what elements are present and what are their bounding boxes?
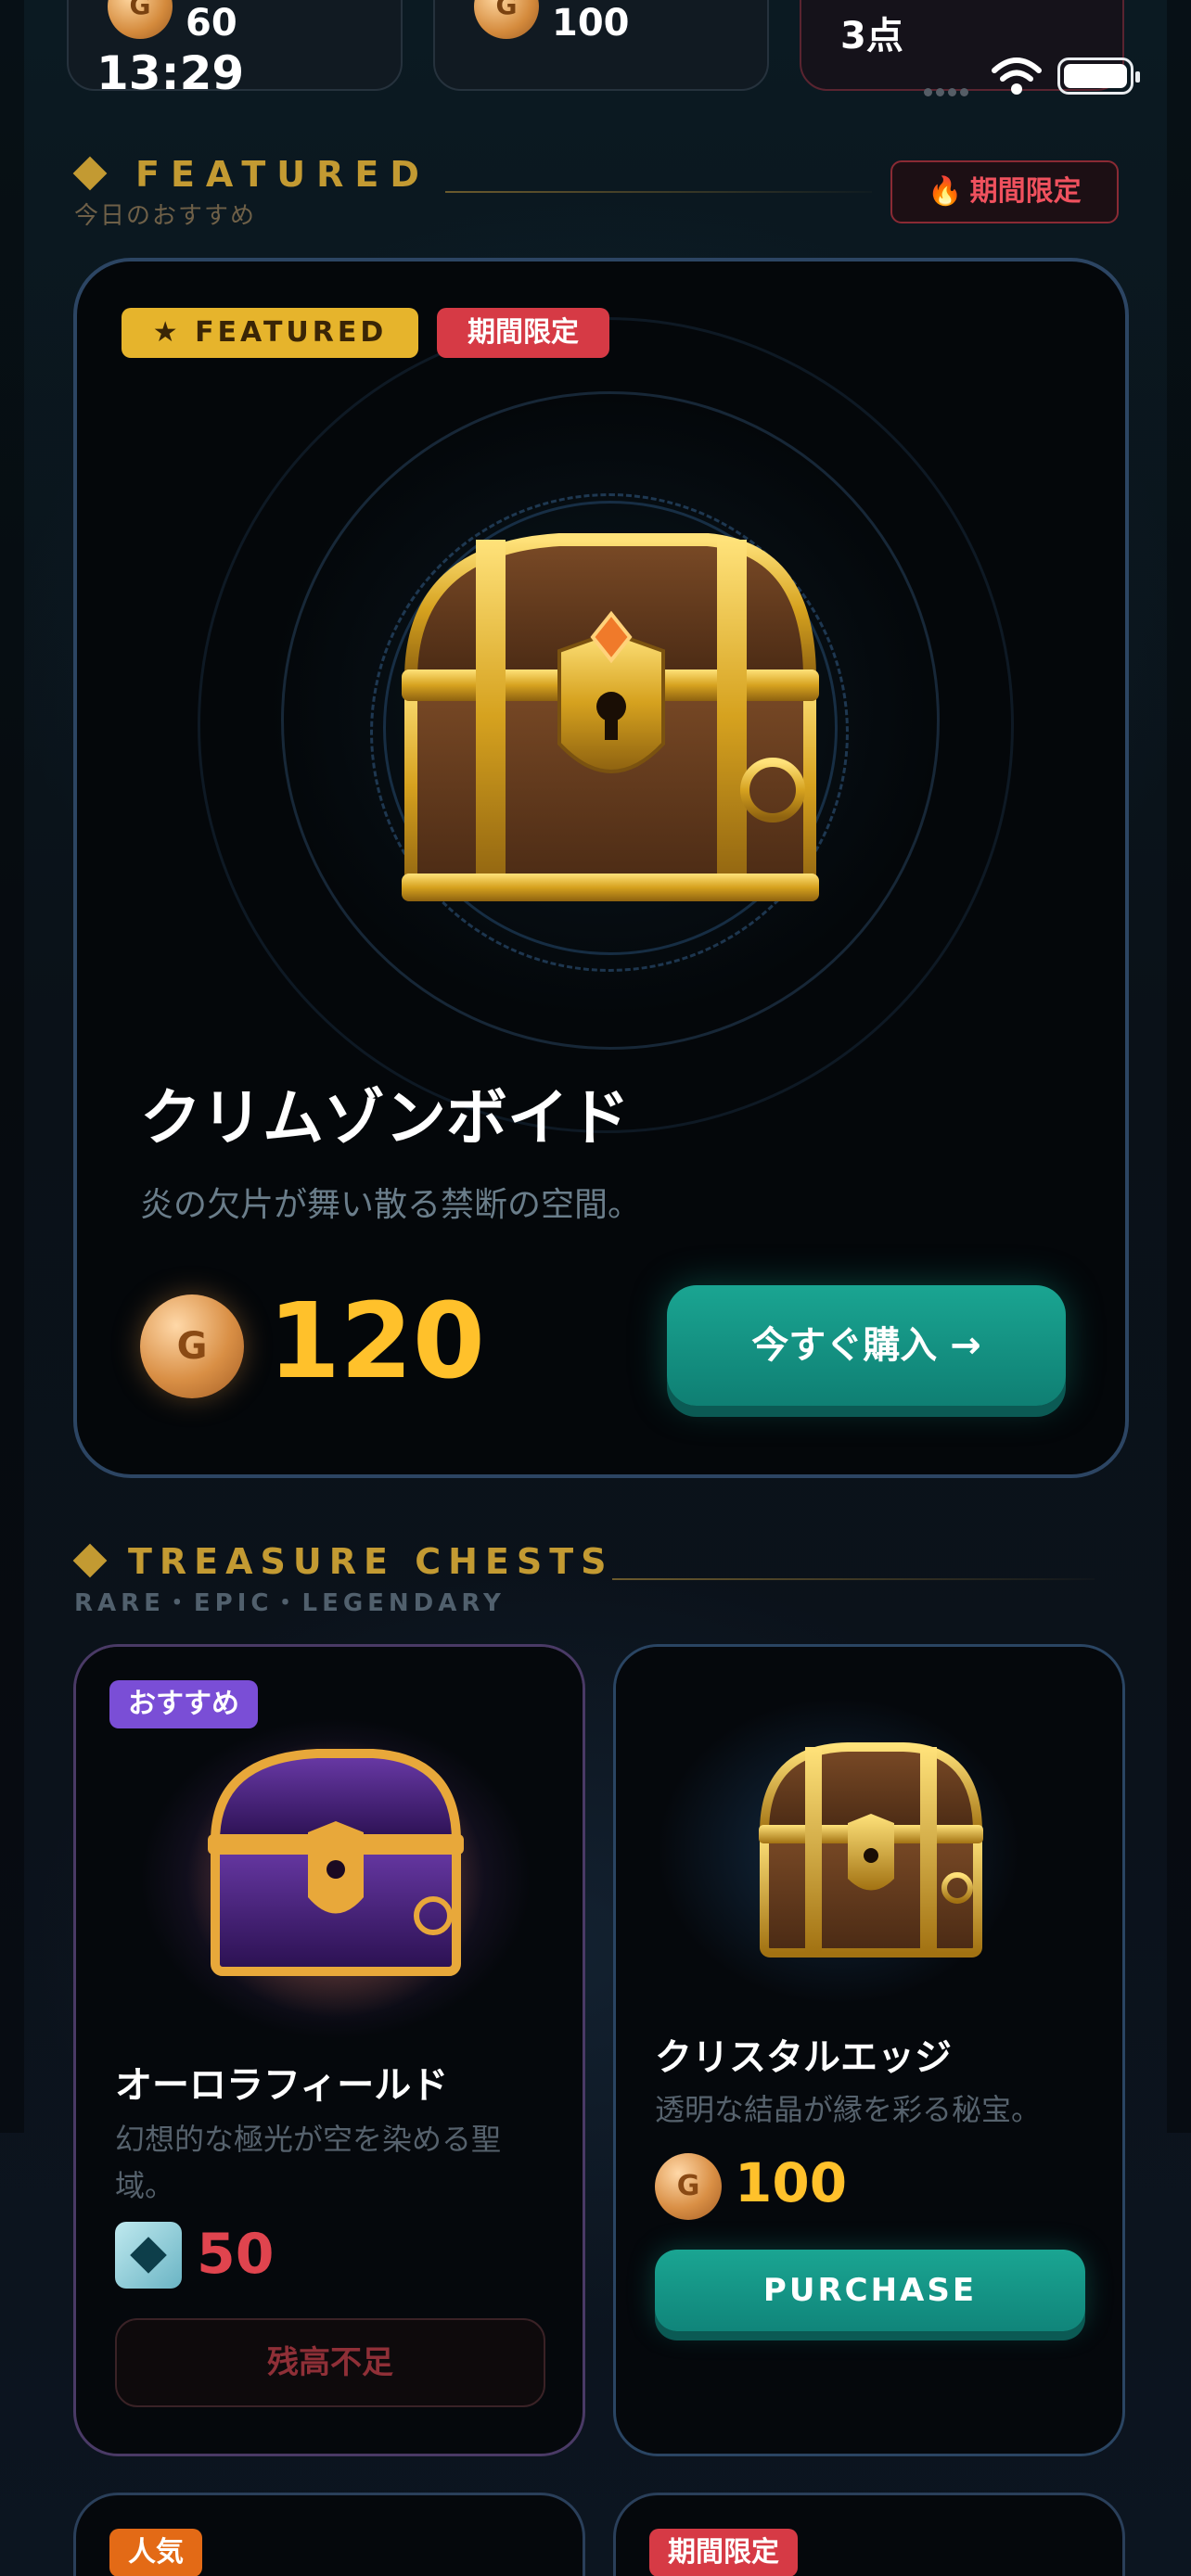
- status-time: 13:29: [96, 46, 245, 100]
- wallet-card-gold-100[interactable]: G 100: [433, 0, 769, 91]
- star-icon: ★: [152, 316, 196, 349]
- chest-card-popular[interactable]: 人気: [73, 2493, 585, 2576]
- crystal-chest-image: [759, 1742, 983, 1958]
- insufficient-balance-button[interactable]: 残高不足: [115, 2318, 545, 2407]
- flame-icon: 🔥: [928, 175, 963, 208]
- recommended-tag: おすすめ: [109, 1680, 258, 1728]
- section-title-chests: TREASURE CHESTS: [128, 1541, 614, 1582]
- chest-card-crystal-edge[interactable]: クリスタルエッジ 透明な結晶が縁を彩る秘宝。 G 100 PURCHASE: [613, 1644, 1125, 2456]
- treasure-chest-image: [402, 533, 819, 901]
- chest-price: 100: [735, 2151, 848, 2214]
- limited-time-pill[interactable]: 🔥 期間限定: [890, 160, 1119, 223]
- shop-page: G 60 G 100 3点 13:29 FEATURED 今日のおすすめ 🔥 期間…: [0, 0, 1191, 2576]
- gem-icon: [115, 2222, 182, 2289]
- coin-icon: G: [108, 0, 173, 39]
- wifi-icon: [992, 57, 1042, 95]
- chest-description: 透明な結晶が縁を彩る秘宝。: [655, 2092, 1042, 2127]
- featured-card[interactable]: ★ FEATURED 期間限定 クリムゾンボイド 炎の欠片が舞い散る禁断の空間。…: [73, 258, 1129, 1478]
- limited-badge: 期間限定: [437, 308, 609, 358]
- section-divider: [612, 1578, 1095, 1580]
- limited-tag: 期間限定: [649, 2529, 798, 2576]
- diamond-icon: [72, 1543, 108, 1578]
- gold-coin-icon: G: [140, 1294, 244, 1398]
- chest-name: クリスタルエッジ: [655, 2036, 952, 2079]
- featured-badge: ★ FEATURED: [122, 308, 418, 358]
- featured-item-name: クリムゾンボイド: [140, 1082, 630, 1154]
- chest-price: 50: [197, 2222, 275, 2287]
- points-value: 3点: [840, 15, 903, 57]
- aurora-chest-image: [187, 1740, 484, 2018]
- gold-coin-icon: G: [655, 2153, 722, 2220]
- wallet-value: 60: [186, 2, 237, 45]
- diamond-icon: [72, 156, 108, 191]
- section-subtitle-featured: 今日のおすすめ: [74, 202, 257, 230]
- right-edge-shade: [1167, 0, 1191, 2133]
- featured-price: 120: [268, 1282, 485, 1402]
- left-edge-shade: [0, 0, 24, 2133]
- purchase-button[interactable]: PURCHASE: [655, 2250, 1085, 2331]
- battery-icon: [1057, 57, 1140, 95]
- buy-now-button[interactable]: 今すぐ購入 →: [667, 1285, 1066, 1406]
- featured-item-description: 炎の欠片が舞い散る禁断の空間。: [140, 1186, 642, 1224]
- popular-tag: 人気: [109, 2529, 202, 2576]
- chest-name: オーロラフィールド: [115, 2064, 449, 2107]
- signal-dots-icon: [924, 83, 976, 96]
- section-subtitle-chests: RARE・EPIC・LEGENDARY: [74, 1589, 506, 1617]
- coin-icon: G: [474, 0, 539, 39]
- chest-description: 幻想的な極光が空を染める聖域。: [115, 2122, 502, 2203]
- chest-card-limited[interactable]: 期間限定: [613, 2493, 1125, 2576]
- section-title-featured: FEATURED: [135, 154, 430, 195]
- wallet-value: 100: [552, 2, 630, 45]
- limited-pill-label: 期間限定: [969, 175, 1082, 208]
- featured-badge-label: FEATURED: [195, 316, 388, 349]
- section-divider: [445, 191, 872, 193]
- chest-card-aurora-field[interactable]: おすすめ オーロラフィールド 幻想的な極光が空を染める聖域。 50 残高不足: [73, 1644, 585, 2456]
